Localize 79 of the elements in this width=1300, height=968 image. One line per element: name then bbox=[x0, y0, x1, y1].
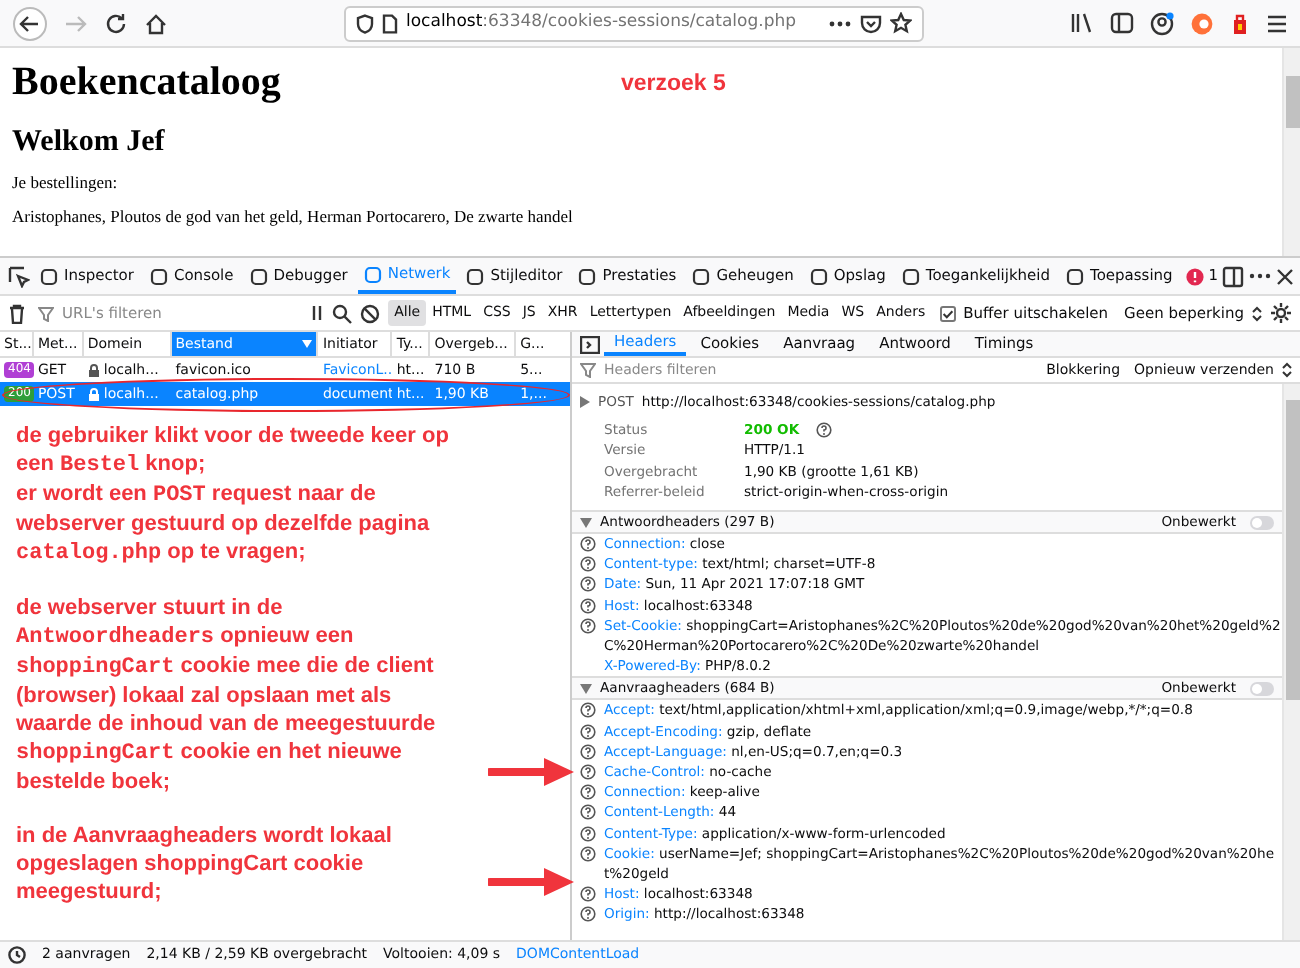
collapse-caret-icon bbox=[580, 517, 592, 528]
scrollbar[interactable] bbox=[1282, 384, 1300, 940]
element-picker-icon[interactable] bbox=[8, 265, 30, 287]
raw-toggle[interactable] bbox=[1250, 515, 1274, 530]
block-icon[interactable] bbox=[360, 303, 381, 323]
orders-label: Je bestellingen: bbox=[12, 172, 120, 192]
checkbox[interactable] bbox=[939, 305, 956, 321]
help-icon[interactable] bbox=[580, 845, 596, 862]
help-icon[interactable] bbox=[580, 804, 596, 821]
updown-caret-icon bbox=[1282, 362, 1292, 378]
trash-icon[interactable] bbox=[8, 303, 26, 323]
more-icon[interactable] bbox=[828, 19, 852, 27]
dock-icon[interactable] bbox=[1222, 265, 1245, 287]
settings-icon[interactable] bbox=[1270, 302, 1292, 324]
back-icon[interactable] bbox=[12, 5, 48, 41]
clock-icon bbox=[8, 946, 26, 964]
help-icon[interactable] bbox=[815, 422, 832, 439]
url-field[interactable]: localhost:63348/cookies-sessions/catalog.php bbox=[344, 5, 924, 41]
tool-icon bbox=[149, 267, 168, 285]
tool-icon bbox=[466, 267, 485, 285]
pocket-icon[interactable] bbox=[860, 13, 882, 33]
raw-toggle[interactable] bbox=[1250, 681, 1274, 696]
help-icon[interactable] bbox=[580, 536, 596, 553]
library-icon[interactable] bbox=[1070, 12, 1094, 34]
close-icon[interactable] bbox=[1276, 267, 1295, 285]
help-icon[interactable] bbox=[580, 764, 596, 781]
page-heading: Boekencataloog bbox=[12, 58, 281, 108]
help-icon[interactable] bbox=[580, 702, 596, 719]
help-icon[interactable] bbox=[580, 723, 596, 740]
help-icon[interactable] bbox=[580, 825, 596, 842]
tool-icon bbox=[578, 267, 597, 285]
lock-icon bbox=[87, 387, 100, 401]
annotation-text: in de Aanvraagheaders wordt lokaal opgeslagen shoppingCart cookie meegestuurd; bbox=[16, 822, 394, 906]
account-icon[interactable] bbox=[1150, 11, 1174, 35]
panel-toggle-icon[interactable] bbox=[580, 335, 600, 353]
tool-icon bbox=[40, 267, 58, 285]
annotation-arrow bbox=[488, 866, 576, 898]
welcome-heading: Welkom Jef bbox=[12, 124, 167, 160]
help-icon[interactable] bbox=[580, 743, 596, 760]
filter-icon bbox=[580, 362, 596, 378]
reload-icon[interactable] bbox=[104, 11, 128, 35]
menu-icon[interactable] bbox=[1266, 13, 1288, 33]
home-icon[interactable] bbox=[144, 11, 168, 35]
lock-extension-icon[interactable] bbox=[1230, 11, 1250, 35]
annotation-text: de webserver stuurt in de Antwoordheaders opnieuw een shoppingCart cookie mee die de client (browser) lokaal zal opslaan met als waarde de inhoud van de meegestuurde shoppingCart cookie en het nieuwe bestelde boek; bbox=[16, 594, 438, 796]
orders-text: Aristophanes, Ploutos de god van het geld, Herman Portocarero, De zwarte handel bbox=[12, 206, 575, 226]
collapse-caret-icon bbox=[580, 683, 592, 694]
ring-icon[interactable] bbox=[1190, 11, 1214, 35]
updown-caret-icon bbox=[1252, 305, 1262, 321]
error-icon bbox=[1186, 267, 1205, 285]
help-icon[interactable] bbox=[580, 784, 596, 801]
annotation-arrow bbox=[488, 756, 576, 788]
more-icon[interactable] bbox=[1248, 272, 1273, 280]
tool-icon bbox=[901, 267, 920, 285]
pause-icon[interactable] bbox=[310, 304, 325, 322]
url-text: localhost:63348/cookies-sessions/catalog.php bbox=[406, 10, 797, 36]
shield-icon bbox=[356, 13, 374, 33]
annotation-label: verzoek 5 bbox=[620, 70, 726, 100]
tool-icon bbox=[692, 267, 711, 285]
caret-icon bbox=[302, 340, 313, 348]
page-icon bbox=[382, 13, 398, 33]
filter-icon bbox=[38, 305, 54, 321]
sidebar-icon[interactable] bbox=[1110, 12, 1134, 34]
tool-icon bbox=[809, 267, 828, 285]
star-icon[interactable] bbox=[890, 12, 912, 34]
help-icon[interactable] bbox=[580, 597, 596, 614]
tool-icon bbox=[249, 267, 268, 285]
tool-icon bbox=[363, 265, 382, 283]
help-icon[interactable] bbox=[580, 556, 596, 573]
help-icon[interactable] bbox=[580, 617, 596, 634]
help-icon[interactable] bbox=[580, 906, 596, 923]
help-icon[interactable] bbox=[580, 886, 596, 903]
search-icon[interactable] bbox=[332, 303, 353, 323]
expand-caret-icon[interactable] bbox=[580, 396, 590, 409]
tool-icon bbox=[1066, 267, 1085, 285]
lock-icon bbox=[87, 363, 100, 377]
scrollbar[interactable] bbox=[1282, 48, 1300, 256]
annotation-text: de gebruiker klikt voor de tweede keer op een Bestel knop; er wordt een POST request naar de webserver gestuurd op dezelfde pagina catalog.php op te vragen; bbox=[16, 422, 451, 568]
help-icon[interactable] bbox=[580, 576, 596, 593]
